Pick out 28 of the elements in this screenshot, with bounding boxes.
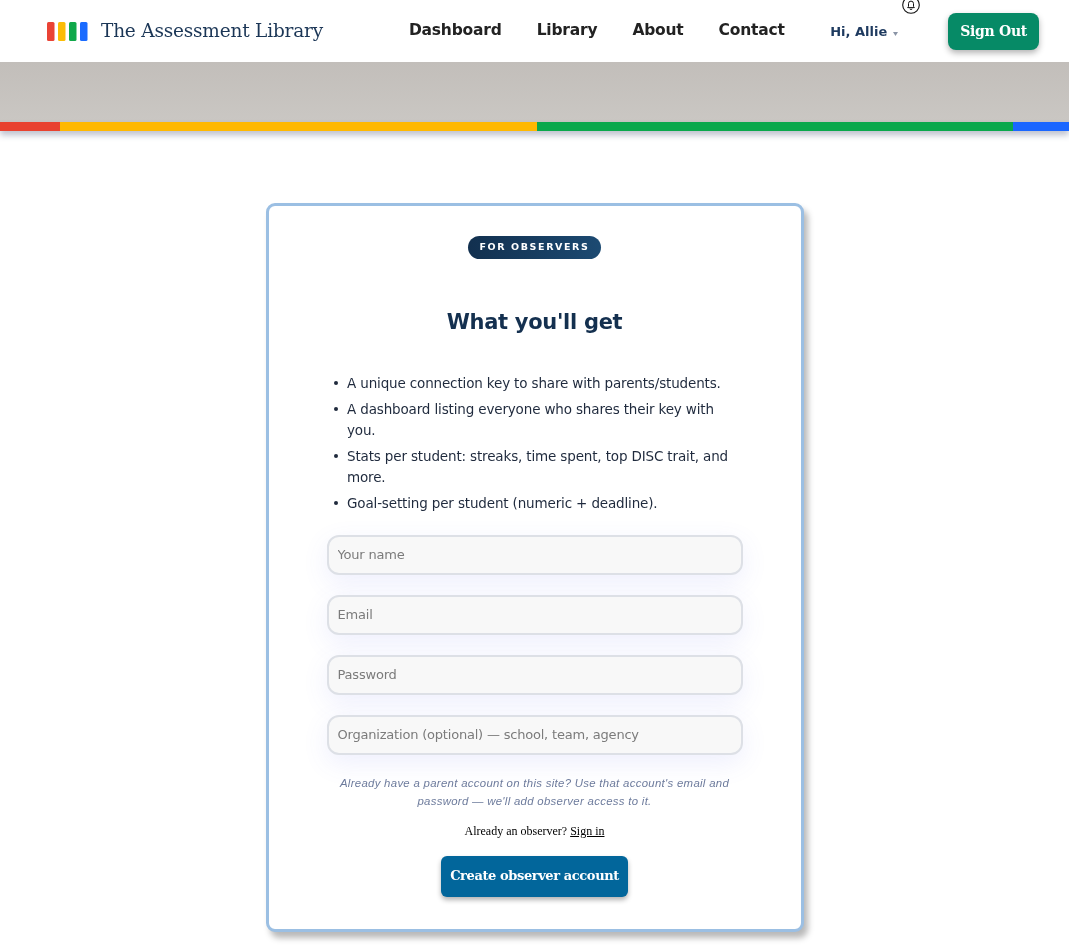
sign-out-button[interactable]: Sign Out <box>948 12 1039 50</box>
section-heading: What you'll get <box>446 309 623 336</box>
input-field[interactable]: Password <box>326 654 743 695</box>
nav-link[interactable]: About <box>632 19 684 43</box>
nav-link[interactable]: Library <box>536 19 598 43</box>
feature-text: Goal-setting per student (numeric + deadline). <box>347 493 658 513</box>
input-field[interactable]: Email <box>326 594 743 635</box>
create-account-button[interactable]: Create observer account <box>441 855 628 897</box>
input-field[interactable]: Organization (optional) — school, team, agency <box>326 714 743 755</box>
audience-badge: FOR OBSERVERS <box>467 236 602 259</box>
bars-logo-icon <box>47 21 89 41</box>
user-menu[interactable]: Hi, Allie <box>830 22 919 42</box>
feature-text: Stats per student: streaks, time spent, top DISC trait, and more. <box>347 446 729 487</box>
caret-icon <box>893 31 899 36</box>
input-field[interactable]: Your name <box>326 534 743 575</box>
feature-text: A dashboard listing everyone who shares their key with you. <box>347 399 715 440</box>
signin-link[interactable]: Sign in <box>570 823 605 838</box>
bullet-icon <box>333 453 338 458</box>
signin-prompt: Already an observer? Sign in <box>464 822 605 840</box>
bullet-icon <box>333 500 338 505</box>
nav-link[interactable]: Contact <box>718 19 785 43</box>
feature-text: A unique connection key to share with parents/students. <box>347 373 721 393</box>
bullet-icon <box>333 380 338 385</box>
nav-link[interactable]: Dashboard <box>408 19 502 43</box>
bullet-icon <box>333 406 338 411</box>
bell-icon[interactable] <box>902 0 921 15</box>
site-title: The Assessment Library <box>101 19 323 44</box>
account-note: Already have a parent account on this site? Use that account's email and password — we'll add observer access to it. <box>338 775 731 809</box>
